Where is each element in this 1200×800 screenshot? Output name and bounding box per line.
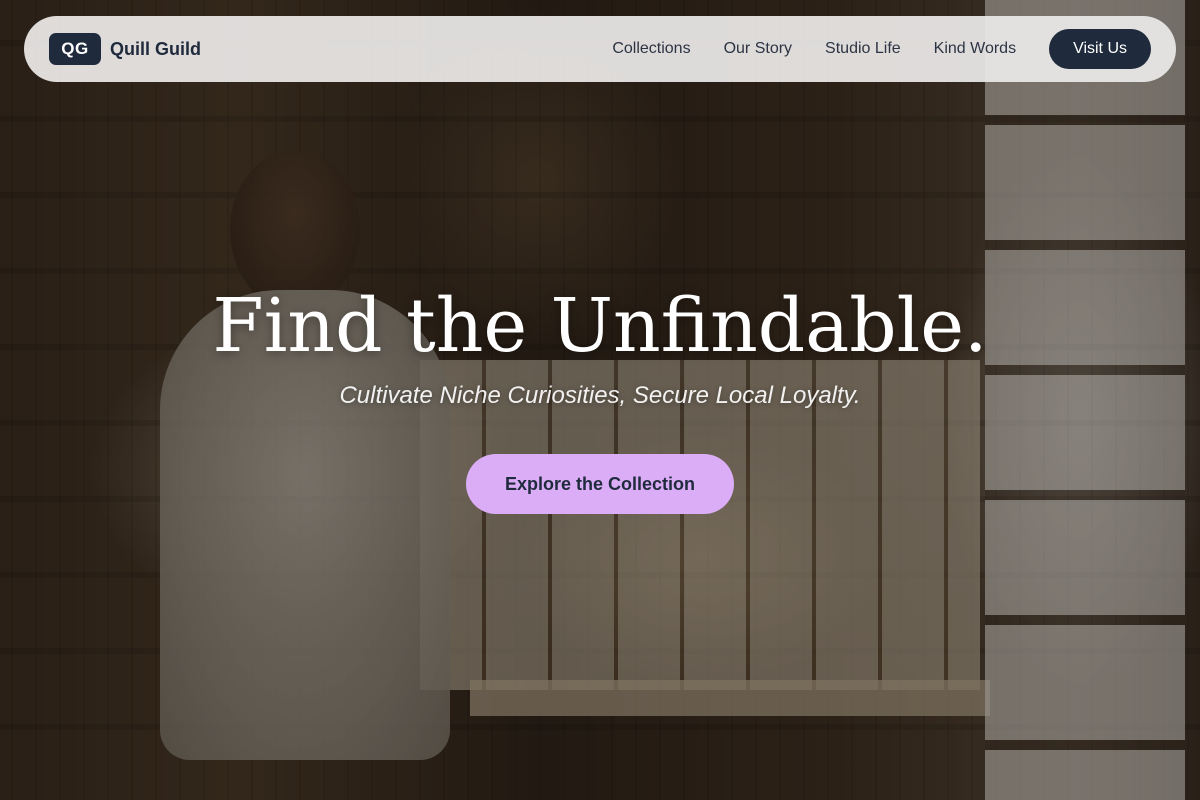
- brand-logo[interactable]: QG Quill Guild: [49, 33, 201, 65]
- nav-link-our-story[interactable]: Our Story: [724, 40, 792, 58]
- explore-collection-button[interactable]: Explore the Collection: [466, 454, 734, 514]
- hero-title: Find the Unfindable.: [212, 283, 988, 369]
- nav-link-kind-words[interactable]: Kind Words: [934, 40, 1016, 58]
- hero-section: QG Quill Guild Collections Our Story Stu…: [0, 0, 1200, 800]
- hero-subtitle: Cultivate Niche Curiosities, Secure Loca…: [339, 382, 861, 409]
- nav-links: Collections Our Story Studio Life Kind W…: [612, 29, 1151, 69]
- visit-us-button[interactable]: Visit Us: [1049, 29, 1151, 69]
- top-navigation: QG Quill Guild Collections Our Story Stu…: [24, 16, 1176, 82]
- nav-link-studio-life[interactable]: Studio Life: [825, 40, 901, 58]
- nav-link-collections[interactable]: Collections: [612, 40, 690, 58]
- brand-badge: QG: [49, 33, 101, 65]
- brand-name: Quill Guild: [110, 38, 201, 59]
